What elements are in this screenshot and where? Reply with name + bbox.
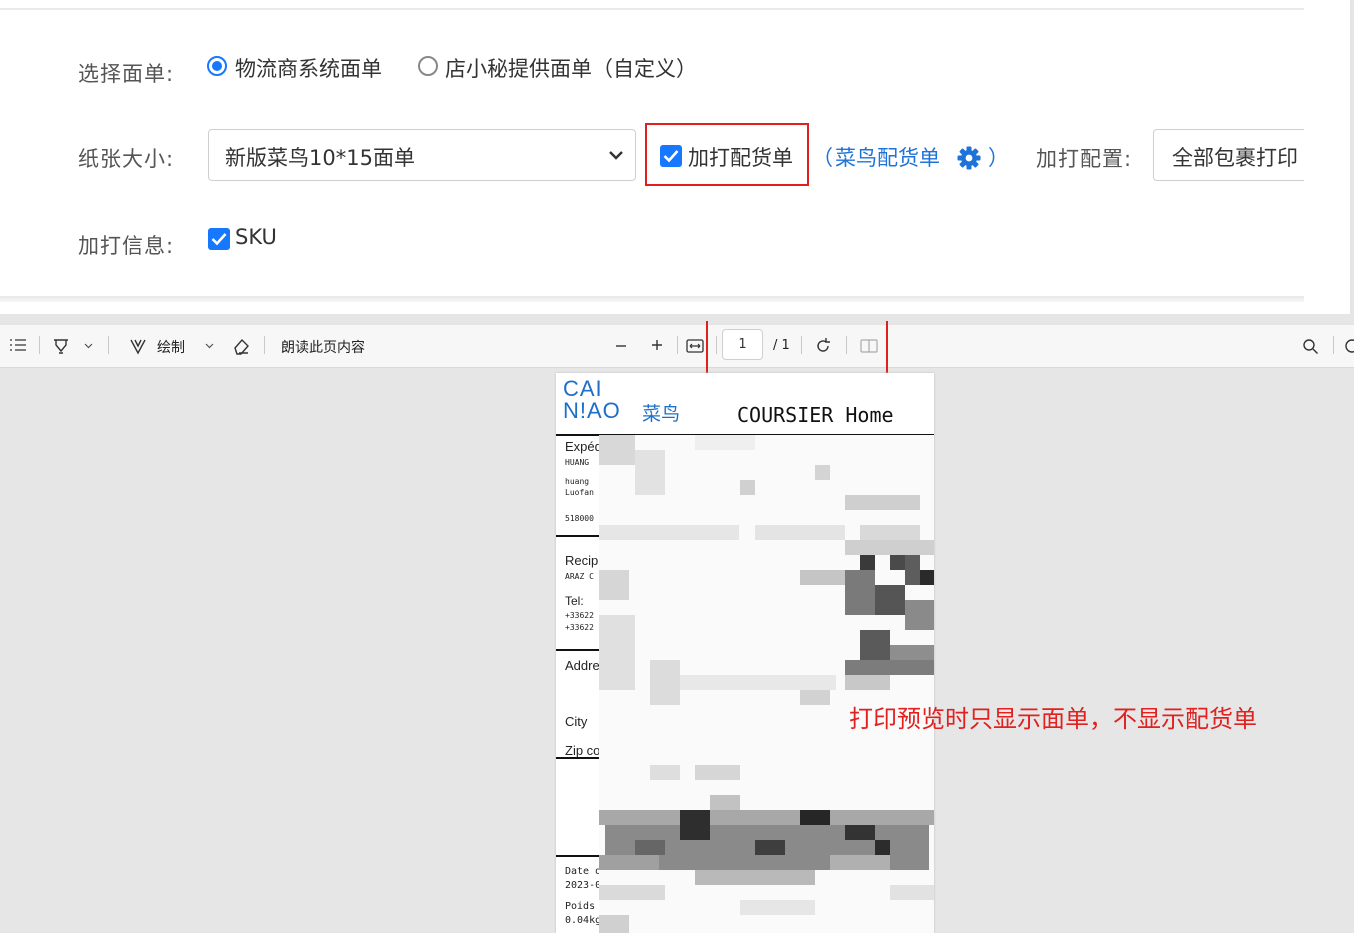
sender-address-line2: Luofan	[565, 488, 594, 497]
highlight-icon[interactable]	[52, 337, 70, 355]
highlight-box-page-count	[706, 321, 888, 379]
extra-packing-list-label[interactable]: 加打配货单	[688, 142, 793, 172]
check-icon	[211, 233, 227, 246]
print-settings-panel: 选择面单: 物流商系统面单 店小秘提供面单（自定义） 纸张大小: 新版菜鸟10*…	[0, 0, 1351, 314]
divider	[556, 855, 600, 857]
paper-size-value: 新版菜鸟10*15面单	[225, 146, 415, 170]
tel-number-1: +33622	[565, 611, 594, 620]
extra-config-value: 全部包裹打印	[1172, 146, 1298, 170]
cainiao-packing-list-link[interactable]: 菜鸟配货单	[835, 142, 940, 172]
sku-checkbox[interactable]	[208, 228, 230, 250]
check-icon	[663, 150, 679, 163]
tel-number-2: +33622	[565, 623, 594, 632]
extra-packing-list-checkbox[interactable]	[660, 145, 682, 167]
zoom-in-icon[interactable]	[650, 338, 664, 352]
recipient-name: ARAZ C	[565, 572, 594, 581]
extra-info-label: 加打信息:	[78, 234, 175, 258]
sender-label: Expéd	[565, 439, 602, 454]
weight-label: Poids	[565, 901, 596, 912]
date-label: Date d	[565, 866, 602, 877]
select-form-label: 选择面单:	[78, 62, 175, 86]
cainiao-logo-line2: N!AO	[563, 398, 621, 423]
paper-size-select[interactable]: 新版菜鸟10*15面单	[208, 129, 636, 181]
fit-width-icon[interactable]	[686, 338, 704, 354]
search-icon[interactable]	[1302, 338, 1319, 355]
extra-config-label: 加打配置:	[1036, 147, 1133, 171]
separator	[264, 336, 265, 354]
sender-address-line1: huang	[565, 477, 590, 486]
zip-label: Zip co	[565, 743, 601, 758]
paren-close: ）	[988, 146, 1009, 170]
redaction-mosaic	[599, 435, 934, 933]
chevron-down-icon	[609, 151, 623, 160]
read-aloud-button[interactable]: 朗读此页内容	[281, 337, 365, 357]
shipping-label-page: CAI N!AO 菜鸟 COURSIER Home Expéd HUANG hu…	[556, 373, 934, 933]
cainiao-logo-cn: 菜鸟	[642, 403, 681, 425]
chevron-down-icon[interactable]	[205, 342, 214, 350]
cainiao-logo-line1: CAI	[563, 376, 603, 401]
extra-config-select[interactable]: 全部包裹打印	[1153, 129, 1304, 181]
divider	[0, 8, 1304, 10]
separator	[39, 336, 40, 354]
annotation-note: 打印预览时只显示面单，不显示配货单	[849, 705, 1257, 733]
zoom-out-icon[interactable]	[614, 339, 628, 353]
panel-bottom-shadow	[0, 296, 1304, 302]
radio-custom-form-label[interactable]: 店小秘提供面单（自定义）	[445, 53, 697, 83]
contents-list-icon[interactable]	[9, 338, 27, 352]
radio-logistics-form-label[interactable]: 物流商系统面单	[235, 53, 382, 83]
address-label: Addre	[565, 658, 600, 673]
separator	[108, 336, 109, 354]
draw-label[interactable]: 绘制	[157, 337, 185, 357]
sku-label[interactable]: SKU	[235, 225, 277, 249]
paper-size-label: 纸张大小:	[78, 147, 175, 171]
city-label: City	[565, 714, 588, 729]
date-value: 2023-0	[565, 880, 602, 891]
recipient-label: Recip	[565, 553, 599, 568]
sender-zip: 518000	[565, 514, 594, 523]
draw-icon[interactable]	[129, 337, 147, 355]
service-type: COURSIER Home	[737, 403, 894, 427]
divider	[556, 649, 600, 651]
eraser-icon[interactable]	[232, 337, 250, 355]
radio-logistics-form[interactable]	[207, 56, 227, 76]
paren-open: （	[812, 146, 833, 170]
chevron-down-icon[interactable]	[84, 342, 93, 350]
separator	[677, 336, 678, 354]
divider	[556, 535, 600, 537]
divider	[556, 757, 600, 759]
sender-name: HUANG	[565, 458, 590, 467]
weight-value: 0.04kg	[565, 915, 602, 926]
radio-custom-form[interactable]	[418, 56, 438, 76]
gear-icon[interactable]	[956, 145, 982, 171]
separator	[1333, 336, 1334, 354]
pdf-toolbar: 绘制 朗读此页内容 1 / 1	[0, 324, 1354, 368]
tel-label: Tel:	[565, 594, 584, 608]
more-options-icon[interactable]	[1344, 338, 1354, 355]
